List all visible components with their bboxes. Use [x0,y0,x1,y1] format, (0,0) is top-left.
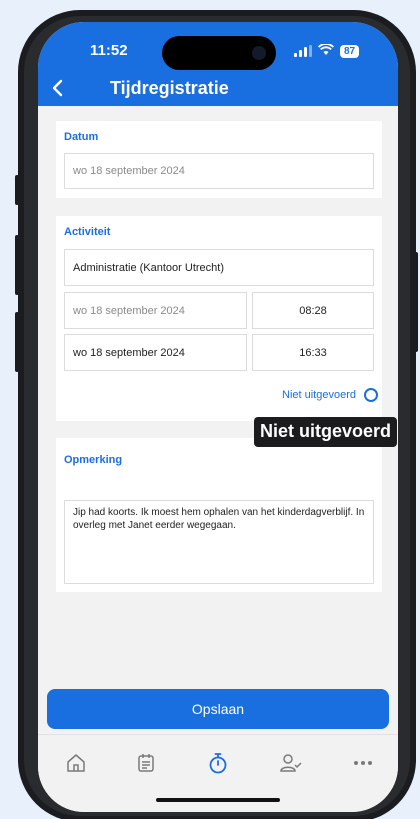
wifi-icon [317,43,335,58]
end-date-field[interactable]: wo 18 september 2024 [64,334,247,371]
opmerking-card: Opmerking Jip had koorts. Ik moest hem o… [56,438,382,592]
datum-card: Datum wo 18 september 2024 [56,121,382,198]
datum-heading: Datum [64,131,99,143]
battery-icon: 87 [340,44,360,58]
signal-icon [294,45,312,57]
power-button [414,252,418,352]
volume-up-button [15,235,19,295]
app-header: 11:52 87 Tijdregistratie [38,22,398,106]
datum-field[interactable]: wo 18 september 2024 [64,153,374,189]
save-button[interactable]: Opslaan [47,689,389,729]
dynamic-island [162,36,276,70]
opmerking-heading: Opmerking [64,454,123,466]
home-indicator [156,798,280,802]
activity-select[interactable]: Administratie (Kantoor Utrecht) [64,249,374,286]
back-button[interactable] [48,76,68,100]
opmerking-textarea[interactable]: Jip had koorts. Ik moest hem ophalen van… [64,500,374,584]
start-time-field[interactable]: 08:28 [252,292,374,329]
action-button [15,175,19,205]
page-title: Tijdregistratie [110,78,229,98]
not-executed-label[interactable]: Niet uitgevoerd [282,389,356,401]
more-icon[interactable] [351,751,375,775]
status-icons: 87 [294,43,360,58]
activiteit-card: Activiteit Administratie (Kantoor Utrech… [56,216,382,421]
not-executed-radio[interactable] [364,388,378,402]
home-icon[interactable] [64,751,88,775]
start-date-field[interactable]: wo 18 september 2024 [64,292,247,329]
user-check-icon[interactable] [278,751,302,775]
volume-down-button [15,312,19,372]
calendar-icon[interactable] [134,751,158,775]
stopwatch-icon[interactable] [206,751,230,775]
tab-bar [38,734,398,812]
status-time: 11:52 [90,42,128,59]
not-executed-tooltip: Niet uitgevoerd [254,417,398,447]
activiteit-heading: Activiteit [64,226,111,238]
end-time-field[interactable]: 16:33 [252,334,374,371]
